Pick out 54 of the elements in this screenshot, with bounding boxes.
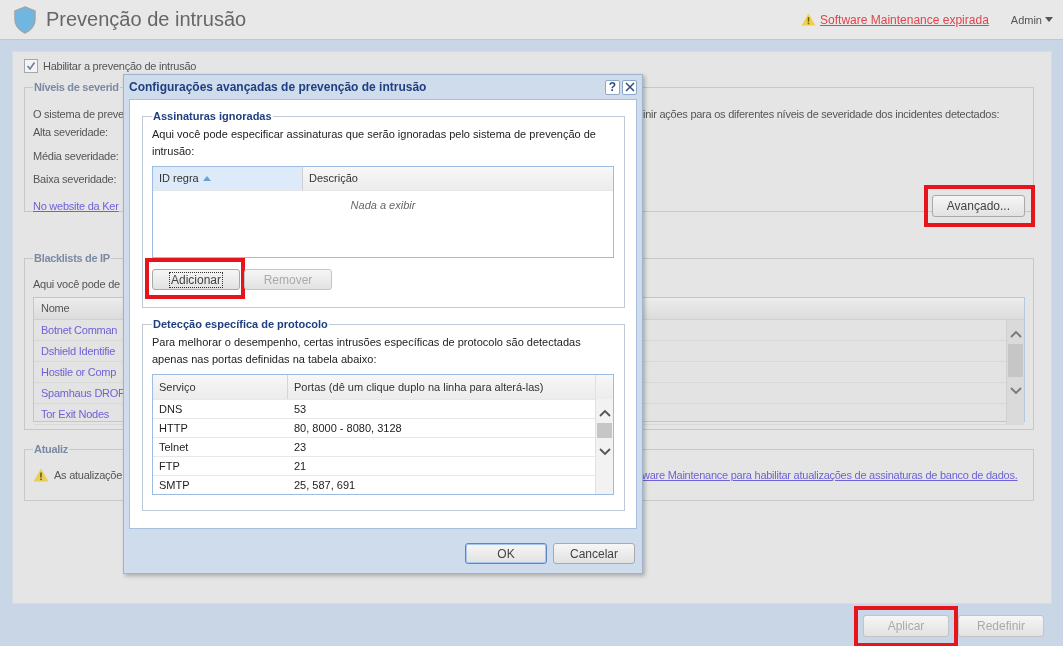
- column-header[interactable]: Serviço: [153, 375, 288, 399]
- page-title: Prevenção de intrusão: [46, 8, 247, 31]
- advanced-button[interactable]: Avançado...: [931, 194, 1025, 217]
- sort-icon: [202, 176, 211, 181]
- scrollbar-thumb[interactable]: [597, 423, 612, 438]
- website-link[interactable]: No website da Ker: [33, 199, 119, 212]
- checkbox-label: Habilitar a prevenção de intrusão: [43, 60, 197, 72]
- table-cell-text: 21: [293, 459, 308, 474]
- table-cell-text: FTP: [158, 459, 181, 474]
- section-legend: Atualiz: [33, 443, 69, 455]
- empty-message: Nada a exibir: [349, 199, 417, 211]
- shield-icon: [13, 5, 37, 34]
- table-cell-text: DNS: [158, 402, 184, 417]
- notice-text: As atualizaçõe: [54, 469, 124, 481]
- description-text: inir ações para os diferentes níveis de severidade dos incidentes detectados:: [643, 108, 1000, 120]
- ok-button[interactable]: OK: [465, 543, 547, 564]
- table-cell-text: Telnet: [158, 440, 190, 455]
- description-text: Aqui você pode de: [33, 278, 120, 290]
- section-legend: Detecção específica de protocolo: [152, 318, 329, 330]
- scrollbar-thumb[interactable]: [1008, 344, 1023, 377]
- user-menu[interactable]: Admin: [1010, 13, 1053, 26]
- caret-icon: [1045, 17, 1053, 22]
- table-cell-text: 23: [293, 440, 308, 455]
- table-cell-text: 53: [293, 402, 308, 417]
- checkbox[interactable]: [24, 59, 38, 73]
- add-button[interactable]: Adicionar: [152, 269, 240, 290]
- field-label: Baixa severidade:: [33, 173, 117, 185]
- warning-icon: [801, 13, 817, 26]
- warning-icon: [33, 468, 49, 482]
- scroll-up-icon[interactable]: [598, 409, 611, 417]
- table-cell-text: 25, 587, 691: [293, 478, 357, 493]
- field-label: Média severidade:: [33, 149, 119, 162]
- section-legend: Níveis de severid: [33, 81, 120, 93]
- close-button[interactable]: [622, 79, 637, 95]
- column-header[interactable]: Descrição: [303, 167, 613, 190]
- field-label: Alta severidade:: [33, 126, 108, 138]
- section-legend: Blacklists de IP: [33, 252, 111, 264]
- scroll-down-icon[interactable]: [598, 448, 611, 456]
- dialog-title: Configurações avançadas de prevenção de intrusão: [129, 80, 428, 94]
- table-cell-text: HTTP: [158, 421, 189, 436]
- cancel-button[interactable]: Cancelar: [553, 543, 635, 564]
- column-header[interactable]: Portas (dê um clique duplo na linha para alterá-las): [288, 375, 595, 399]
- description-text: Aqui você pode especificar assinaturas que serão ignoradas pelo sistema de prevenção de intrusão:: [152, 127, 597, 159]
- scroll-up-icon[interactable]: [1009, 330, 1022, 338]
- table-cell-text: 80, 8000 - 8080, 3128: [293, 421, 403, 436]
- updates-link[interactable]: ware Maintenance para habilitar atualizações de assinaturas de banco de dados.: [642, 469, 1018, 481]
- header-filler: [596, 375, 613, 399]
- column-header[interactable]: ID regra: [153, 167, 303, 190]
- scroll-down-icon[interactable]: [1009, 387, 1022, 395]
- help-button[interactable]: ?: [605, 79, 620, 95]
- description-text: O sistema de preve: [33, 108, 124, 120]
- table-cell-text: SMTP: [158, 478, 191, 493]
- description-text: Para melhorar o desempenho, certas intrusões específicas de protocolo são detectadas apenas nas portas definidas na tabela abaixo:: [152, 335, 582, 367]
- section-legend: Assinaturas ignoradas: [152, 110, 273, 122]
